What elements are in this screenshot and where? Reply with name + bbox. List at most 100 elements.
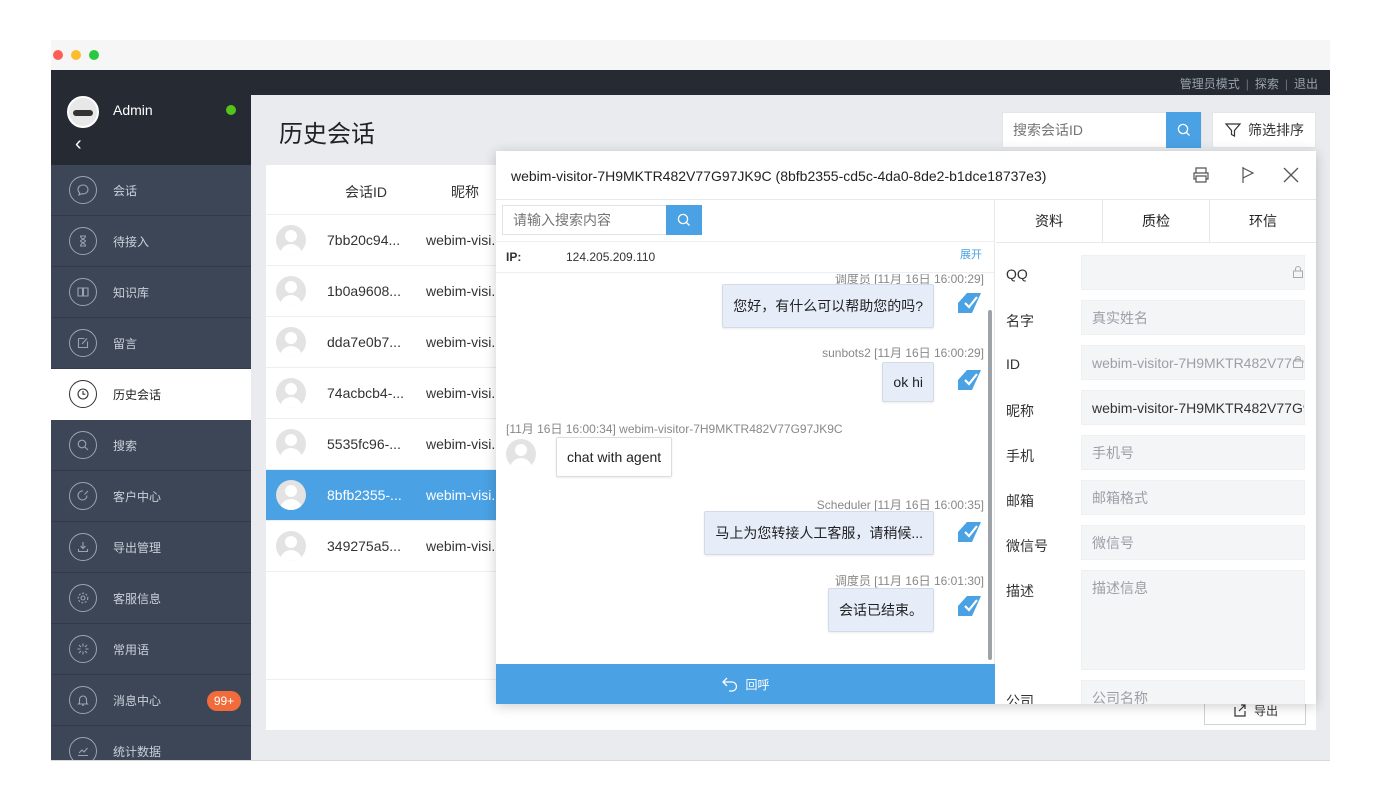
sidebar-item-agent-info[interactable]: 客服信息: [51, 573, 251, 624]
message-meta: [11月 16日 16:00:34] webim-visitor-7H9MKTR…: [506, 422, 843, 436]
session-detail-dialog: webim-visitor-7H9MKTR482V77G97JK9C (8bfb…: [496, 151, 1316, 704]
tab-easemob[interactable]: 环信: [1209, 200, 1316, 242]
bot-avatar-icon: [958, 522, 981, 542]
filter-icon: [1224, 123, 1242, 137]
avatar: [276, 225, 306, 255]
explore-link[interactable]: 探索: [1255, 77, 1279, 91]
field-label: 描述: [1006, 583, 1034, 599]
sidebar-item-pending[interactable]: 待接入: [51, 216, 251, 267]
chat-search-input[interactable]: [503, 206, 667, 234]
field-label: 邮箱: [1006, 493, 1034, 509]
sidebar-item-export[interactable]: 导出管理: [51, 522, 251, 573]
top-bar: 管理员模式 | 探索 | 退出: [51, 70, 1330, 95]
callback-button[interactable]: 回呼: [496, 664, 995, 704]
avatar: [276, 378, 306, 408]
sidebar-item-label: 知识库: [113, 286, 150, 300]
field-wechat: 微信号: [996, 525, 1316, 565]
message-list: 调度员 [11月 16日 16:00:29] 您好，有什么可以帮助您的吗? su…: [496, 274, 995, 664]
collapse-sidebar-icon[interactable]: ‹: [75, 133, 82, 156]
sidebar-item-message-center[interactable]: 消息中心 99+: [51, 675, 251, 726]
filter-sort-label: 筛选排序: [1248, 122, 1304, 138]
field-label: ID: [1006, 356, 1020, 372]
sidebar-item-phrases[interactable]: 常用语: [51, 624, 251, 675]
sidebar-item-messages-left[interactable]: 留言: [51, 318, 251, 369]
admin-mode-link[interactable]: 管理员模式: [1180, 77, 1240, 91]
chat-scrollbar[interactable]: [988, 310, 992, 660]
sidebar-item-label: 导出管理: [113, 541, 162, 555]
tab-profile[interactable]: 资料: [996, 200, 1102, 242]
field-nickname: 昵称: [996, 390, 1316, 430]
return-icon: [722, 677, 738, 692]
sidebar-item-chat[interactable]: 会话: [51, 165, 251, 216]
description-field[interactable]: [1081, 570, 1305, 670]
ip-info: IP: 124.205.209.110 展开: [496, 241, 994, 273]
id-field: [1081, 345, 1305, 380]
sidebar-item-label: 常用语: [113, 643, 150, 657]
sidebar-item-knowledge-base[interactable]: 知识库: [51, 267, 251, 318]
field-label: 公司: [1006, 693, 1034, 704]
search-icon: [677, 213, 690, 226]
sidebar-item-search[interactable]: 搜索: [51, 420, 251, 471]
info-tabs: 资料 质检 环信: [996, 200, 1316, 243]
print-icon[interactable]: [1189, 163, 1213, 187]
session-search-button[interactable]: [1166, 112, 1201, 148]
sidebar-item-label: 留言: [113, 337, 138, 351]
minimize-window-button[interactable]: [71, 50, 81, 60]
field-qq: QQ: [996, 255, 1316, 295]
lock-icon: [1293, 356, 1303, 368]
session-id: 8bfb2355-...: [327, 487, 402, 503]
avatar: [276, 327, 306, 357]
chat-search-button[interactable]: [666, 205, 702, 235]
sidebar-item-statistics[interactable]: 统计数据: [51, 726, 251, 760]
maximize-window-button[interactable]: [89, 50, 99, 60]
column-session-id: 会话ID: [345, 184, 387, 200]
message-bubble: ok hi: [882, 362, 934, 402]
avatar: [276, 531, 306, 561]
email-field[interactable]: [1081, 480, 1305, 515]
session-id: 5535fc96-...: [327, 436, 401, 452]
nickname: webim-visi...: [426, 283, 496, 299]
book-icon: [69, 278, 97, 306]
notification-badge: 99+: [207, 691, 241, 711]
filter-sort-button[interactable]: 筛选排序: [1212, 112, 1316, 148]
close-icon[interactable]: [1279, 163, 1303, 187]
session-search-input[interactable]: [1003, 113, 1168, 147]
sidebar-item-history[interactable]: 历史会话: [51, 369, 251, 420]
company-field[interactable]: [1081, 680, 1305, 704]
sidebar-item-label: 会话: [113, 184, 138, 198]
search-icon: [1177, 123, 1190, 136]
nickname: webim-visi...: [426, 487, 496, 503]
tab-quality-check[interactable]: 质检: [1102, 200, 1209, 242]
name-field[interactable]: [1081, 300, 1305, 335]
bot-avatar-icon: [958, 596, 981, 616]
avatar: [506, 439, 536, 469]
expand-link[interactable]: 展开: [960, 246, 982, 262]
sidebar-item-label: 待接入: [113, 235, 150, 249]
nickname: webim-visi...: [426, 232, 496, 248]
flag-icon[interactable]: [1236, 163, 1260, 187]
message-bubble: 会话已结束。: [828, 588, 934, 632]
nickname-field[interactable]: [1081, 390, 1305, 425]
message-bubble: chat with agent: [556, 437, 673, 477]
message-meta: sunbots2 [11月 16日 16:00:29]: [822, 346, 984, 360]
callback-label: 回呼: [745, 677, 770, 692]
field-id: ID: [996, 345, 1316, 385]
field-label: 微信号: [1006, 538, 1048, 554]
avatar[interactable]: [67, 96, 99, 128]
lock-icon: [1293, 266, 1303, 278]
wechat-field[interactable]: [1081, 525, 1305, 560]
message-bubble: 马上为您转接人工客服，请稍候...: [704, 511, 934, 555]
ip-label: IP:: [506, 250, 522, 264]
session-id: 74acbcb4-...: [327, 385, 405, 401]
download-icon: [69, 533, 97, 561]
hourglass-icon: [69, 227, 97, 255]
online-status-indicator: [226, 105, 236, 115]
avatar: [276, 429, 306, 459]
message-bubble: 您好，有什么可以帮助您的吗?: [722, 284, 934, 328]
clock-icon: [69, 380, 97, 408]
close-window-button[interactable]: [53, 50, 63, 60]
sidebar-item-customer-center[interactable]: 客户中心: [51, 471, 251, 522]
session-id: dda7e0b7...: [327, 334, 401, 350]
logout-link[interactable]: 退出: [1294, 77, 1318, 91]
phone-field[interactable]: [1081, 435, 1305, 470]
